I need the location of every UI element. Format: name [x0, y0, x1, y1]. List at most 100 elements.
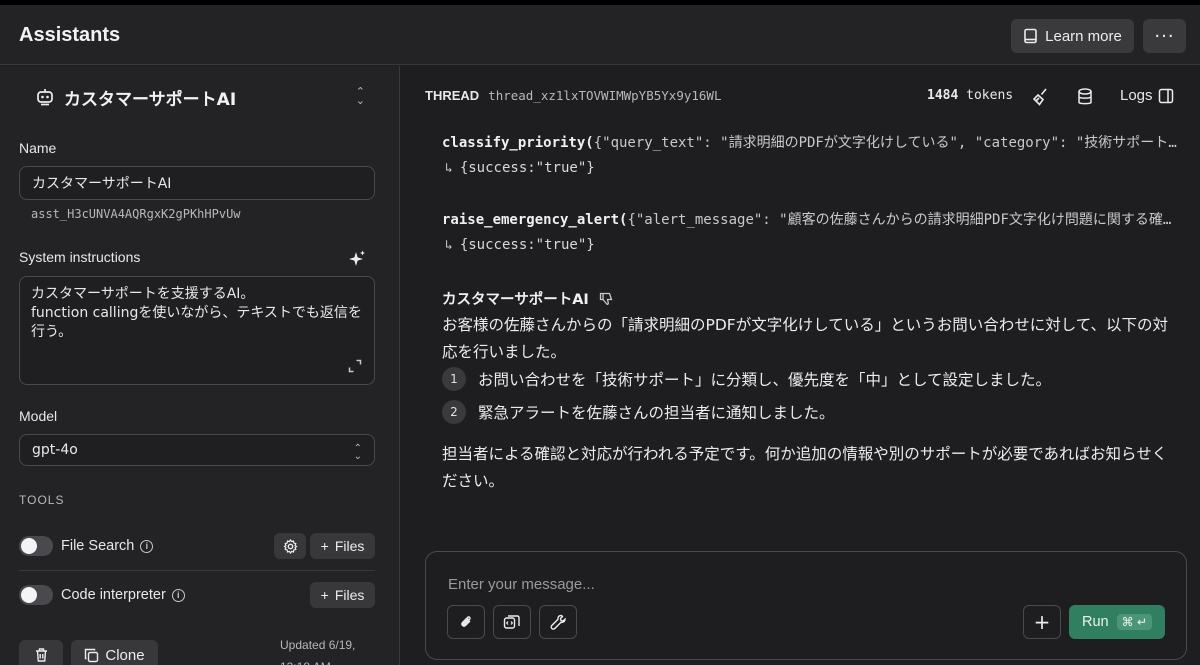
tools-heading: TOOLS — [19, 493, 65, 507]
updated-line: Updated 6/19, — [280, 638, 356, 652]
plus-icon: + — [320, 587, 329, 603]
result-value: {success:"true"} — [459, 237, 595, 253]
instructions-label: System instructions — [19, 249, 141, 265]
plus-icon: + — [1033, 610, 1051, 634]
run-label: Run — [1082, 614, 1109, 630]
clone-button[interactable]: Clone — [71, 640, 158, 665]
logs-label: Logs — [1120, 87, 1153, 104]
assistant-config-panel: カスタマーサポートAI ⌃ ⌄ Name カスタマーサポートAI asst_H3c… — [0, 66, 400, 665]
list-item: 1 お問い合わせを「技術サポート」に分類し、優先度を「中」として設定しました。 — [442, 367, 1051, 391]
list-text: 緊急アラートを佐藤さんの担当者に通知しました。 — [478, 404, 835, 422]
instructions-field[interactable]: カスタマーサポートを支援するAI。 function callingを使いながら… — [19, 276, 375, 385]
updated-line: 13:18 AM — [280, 656, 355, 665]
clone-label: Clone — [105, 646, 145, 664]
divider — [19, 570, 375, 571]
function-call[interactable]: raise_emergency_alert({"alert_message": … — [442, 209, 1177, 229]
list-number: 1 — [442, 367, 466, 391]
info-icon[interactable]: i — [171, 588, 185, 602]
shortcut-badge: ⌘ ↵ — [1116, 614, 1152, 630]
tool-name: Code interpreter — [61, 587, 166, 603]
message-paragraph: お客様の佐藤さんからの「請求明細のPDFが文字化けしている」というお問い合わせに… — [442, 316, 1168, 361]
name-value: カスタマーサポートAI — [32, 176, 172, 192]
assistant-label: カスタマーサポートAI — [442, 292, 589, 308]
code-icon — [503, 615, 520, 629]
name-label: Name — [19, 140, 57, 156]
message-paragraph: 担当者による確認と対応が行われる予定です。何か追加の情報や別のサポートが必要であ… — [442, 445, 1168, 490]
sparkle-icon[interactable] — [347, 249, 367, 269]
code-interpreter-label: Code interpreter i — [61, 587, 185, 603]
model-label: Model — [19, 408, 58, 424]
file-search-toggle[interactable] — [19, 536, 53, 556]
function-name: raise_emergency_alert( — [442, 212, 628, 228]
learn-more-button[interactable]: Learn more — [1011, 19, 1134, 53]
files-label: Files — [334, 538, 365, 554]
assistant-id: asst_H3cUNVA4AQRgxK2gPKhHPvUw — [31, 207, 241, 221]
tool-name: File Search — [61, 538, 135, 554]
gear-icon — [282, 538, 298, 554]
thumbs-down-icon[interactable] — [599, 292, 613, 306]
add-message-button[interactable]: + — [1023, 605, 1061, 639]
list-item: 2 緊急アラートを佐藤さんの担当者に通知しました。 — [442, 400, 835, 424]
code-tools-button[interactable] — [493, 605, 531, 639]
model-value: gpt-4o — [32, 442, 78, 458]
info-icon[interactable]: i — [140, 539, 154, 553]
logs-button[interactable]: Logs — [1120, 87, 1174, 104]
updated-timestamp: Updated 6/19, 13:18 AM — [280, 634, 355, 665]
delete-button[interactable] — [19, 640, 63, 665]
function-call[interactable]: classify_priority({"query_text": "請求明細のP… — [442, 132, 1177, 152]
token-number: 1484 — [927, 88, 959, 103]
functions-button[interactable] — [539, 605, 577, 639]
token-unit: tokens — [966, 88, 1014, 103]
code-interpreter-files-button[interactable]: + Files — [310, 582, 375, 608]
assistant-name: カスタマーサポートAI — [64, 89, 237, 110]
file-search-label: File Search i — [61, 538, 154, 554]
expand-icon[interactable] — [348, 359, 362, 373]
database-icon[interactable] — [1075, 87, 1095, 107]
attach-button[interactable] — [447, 605, 485, 639]
function-result: ↳ {success:"true"} — [445, 237, 595, 253]
thread-id: thread_xz1lxTOVWIMWpYB5Yx9y16WL — [488, 88, 722, 103]
run-button[interactable]: Run ⌘ ↵ — [1069, 605, 1165, 639]
thread-panel: THREAD thread_xz1lxTOVWIMWpYB5Yx9y16WL 1… — [401, 66, 1200, 665]
ellipsis-icon: ··· — [1154, 25, 1175, 47]
plus-icon: + — [320, 538, 329, 554]
return-arrow-icon: ↳ — [445, 238, 453, 253]
model-select[interactable]: gpt-4o ⌃ ⌄ — [19, 434, 375, 466]
thread-bar: THREAD thread_xz1lxTOVWIMWpYB5Yx9y16WL — [425, 88, 721, 103]
learn-more-label: Learn more — [1045, 27, 1122, 45]
assistant-selector[interactable]: カスタマーサポートAI ⌃ ⌄ — [35, 84, 365, 110]
list-number: 2 — [442, 400, 466, 424]
message-author: カスタマーサポートAI — [442, 288, 613, 309]
file-search-settings-button[interactable] — [274, 533, 306, 559]
paperclip-icon — [461, 616, 471, 627]
function-args: {"alert_message": "顧客の佐藤さんからの請求明細PDF文字化け… — [627, 212, 1177, 228]
code-interpreter-toggle[interactable] — [19, 585, 53, 605]
wrench-icon — [550, 614, 566, 630]
function-args: {"query_text": "請求明細のPDFが文字化けしている", "cat… — [593, 135, 1177, 151]
function-name: classify_priority( — [442, 135, 594, 151]
result-value: {success:"true"} — [459, 160, 595, 176]
return-arrow-icon: ↳ — [445, 161, 453, 176]
name-field[interactable]: カスタマーサポートAI — [19, 166, 375, 200]
trash-icon — [35, 648, 47, 662]
app-header: Assistants Learn more ··· — [0, 5, 1200, 65]
instructions-line: 行う。 — [31, 324, 73, 340]
files-label: Files — [334, 587, 365, 603]
robot-icon — [37, 89, 53, 106]
function-result: ↳ {success:"true"} — [445, 160, 595, 176]
broom-icon[interactable] — [1031, 87, 1051, 107]
instructions-line: function callingを使いながら、テキストでも返信を — [31, 305, 362, 321]
page-title: Assistants — [19, 24, 121, 46]
more-options-button[interactable]: ··· — [1143, 19, 1186, 53]
thread-label: THREAD — [425, 88, 480, 103]
copy-icon — [85, 648, 99, 662]
chevron-updown-icon: ⌃ ⌄ — [355, 85, 365, 107]
book-icon — [1024, 28, 1037, 44]
message-input[interactable]: Enter your message... — [448, 576, 595, 593]
file-search-files-button[interactable]: + Files — [310, 533, 375, 559]
chevron-updown-icon: ⌃ ⌄ — [353, 443, 362, 462]
sidebar-panel-icon — [1158, 88, 1173, 103]
message-composer[interactable]: Enter your message... + Run ⌘ ↵ — [425, 551, 1187, 660]
token-count: 1484 tokens — [927, 88, 1013, 103]
list-text: お問い合わせを「技術サポート」に分類し、優先度を「中」として設定しました。 — [478, 371, 1052, 389]
